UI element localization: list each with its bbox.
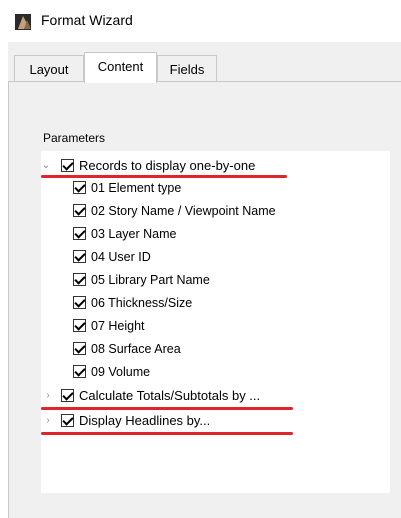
- tree-item-field[interactable]: 08 Surface Area: [41, 338, 390, 360]
- checkbox-headlines[interactable]: [61, 414, 74, 427]
- tree-item-field[interactable]: 03 Layer Name: [41, 223, 390, 245]
- tree-item-label: 07 Height: [91, 319, 145, 333]
- chevron-right-icon[interactable]: ›: [43, 410, 53, 432]
- window-title: Format Wizard: [41, 12, 133, 28]
- tab-fields[interactable]: Fields: [157, 55, 217, 82]
- checkbox-records[interactable]: [61, 159, 74, 172]
- checkbox-field[interactable]: [73, 227, 86, 240]
- checkbox-field[interactable]: [73, 319, 86, 332]
- tab-content[interactable]: Content: [84, 52, 157, 83]
- tree-item-label: Calculate Totals/Subtotals by ...: [79, 388, 261, 403]
- tree-item-field[interactable]: 07 Height: [41, 315, 390, 337]
- parameters-tree: ⌄ Records to display one-by-one 01 Eleme…: [41, 151, 390, 493]
- tree-item-field[interactable]: 04 User ID: [41, 246, 390, 268]
- checkbox-field[interactable]: [73, 342, 86, 355]
- tree-item-headlines[interactable]: › Display Headlines by...: [41, 410, 390, 432]
- tree-item-label: 05 Library Part Name: [91, 273, 210, 287]
- checkbox-field[interactable]: [73, 296, 86, 309]
- tree-item-field[interactable]: 06 Thickness/Size: [41, 292, 390, 314]
- chevron-right-icon[interactable]: ›: [43, 385, 53, 407]
- checkbox-field[interactable]: [73, 365, 86, 378]
- checkbox-totals[interactable]: [61, 389, 74, 402]
- checkbox-field[interactable]: [73, 250, 86, 263]
- tree-item-label: Records to display one-by-one: [79, 158, 256, 173]
- tree-item-totals[interactable]: › Calculate Totals/Subtotals by ...: [41, 385, 390, 407]
- checkbox-field[interactable]: [73, 181, 86, 194]
- tree-item-label: 04 User ID: [91, 250, 151, 264]
- tree-item-field[interactable]: 02 Story Name / Viewpoint Name: [41, 200, 390, 222]
- tree-item-label: 03 Layer Name: [91, 227, 177, 241]
- checkbox-field[interactable]: [73, 273, 86, 286]
- title-bar: Format Wizard: [0, 0, 401, 42]
- tree-item-field[interactable]: 09 Volume: [41, 361, 390, 383]
- tree-item-label: 01 Element type: [91, 181, 182, 195]
- tree-item-label: 08 Surface Area: [91, 342, 181, 356]
- tree-item-field[interactable]: 01 Element type: [41, 177, 390, 199]
- tree-item-label: 06 Thickness/Size: [91, 296, 193, 310]
- parameters-label: Parameters: [43, 131, 106, 145]
- tree-item-label: 09 Volume: [91, 365, 151, 379]
- tree-item-label: Display Headlines by...: [79, 413, 211, 428]
- annotation-underline: [41, 432, 293, 435]
- checkbox-field[interactable]: [73, 204, 86, 217]
- tree-item-field[interactable]: 05 Library Part Name: [41, 269, 390, 291]
- tree-item-label: 02 Story Name / Viewpoint Name: [91, 204, 276, 218]
- app-logo-icon: [15, 14, 31, 30]
- tree-item-records[interactable]: ⌄ Records to display one-by-one: [41, 155, 390, 177]
- chevron-down-icon[interactable]: ⌄: [41, 155, 51, 177]
- tab-layout[interactable]: Layout: [14, 55, 84, 82]
